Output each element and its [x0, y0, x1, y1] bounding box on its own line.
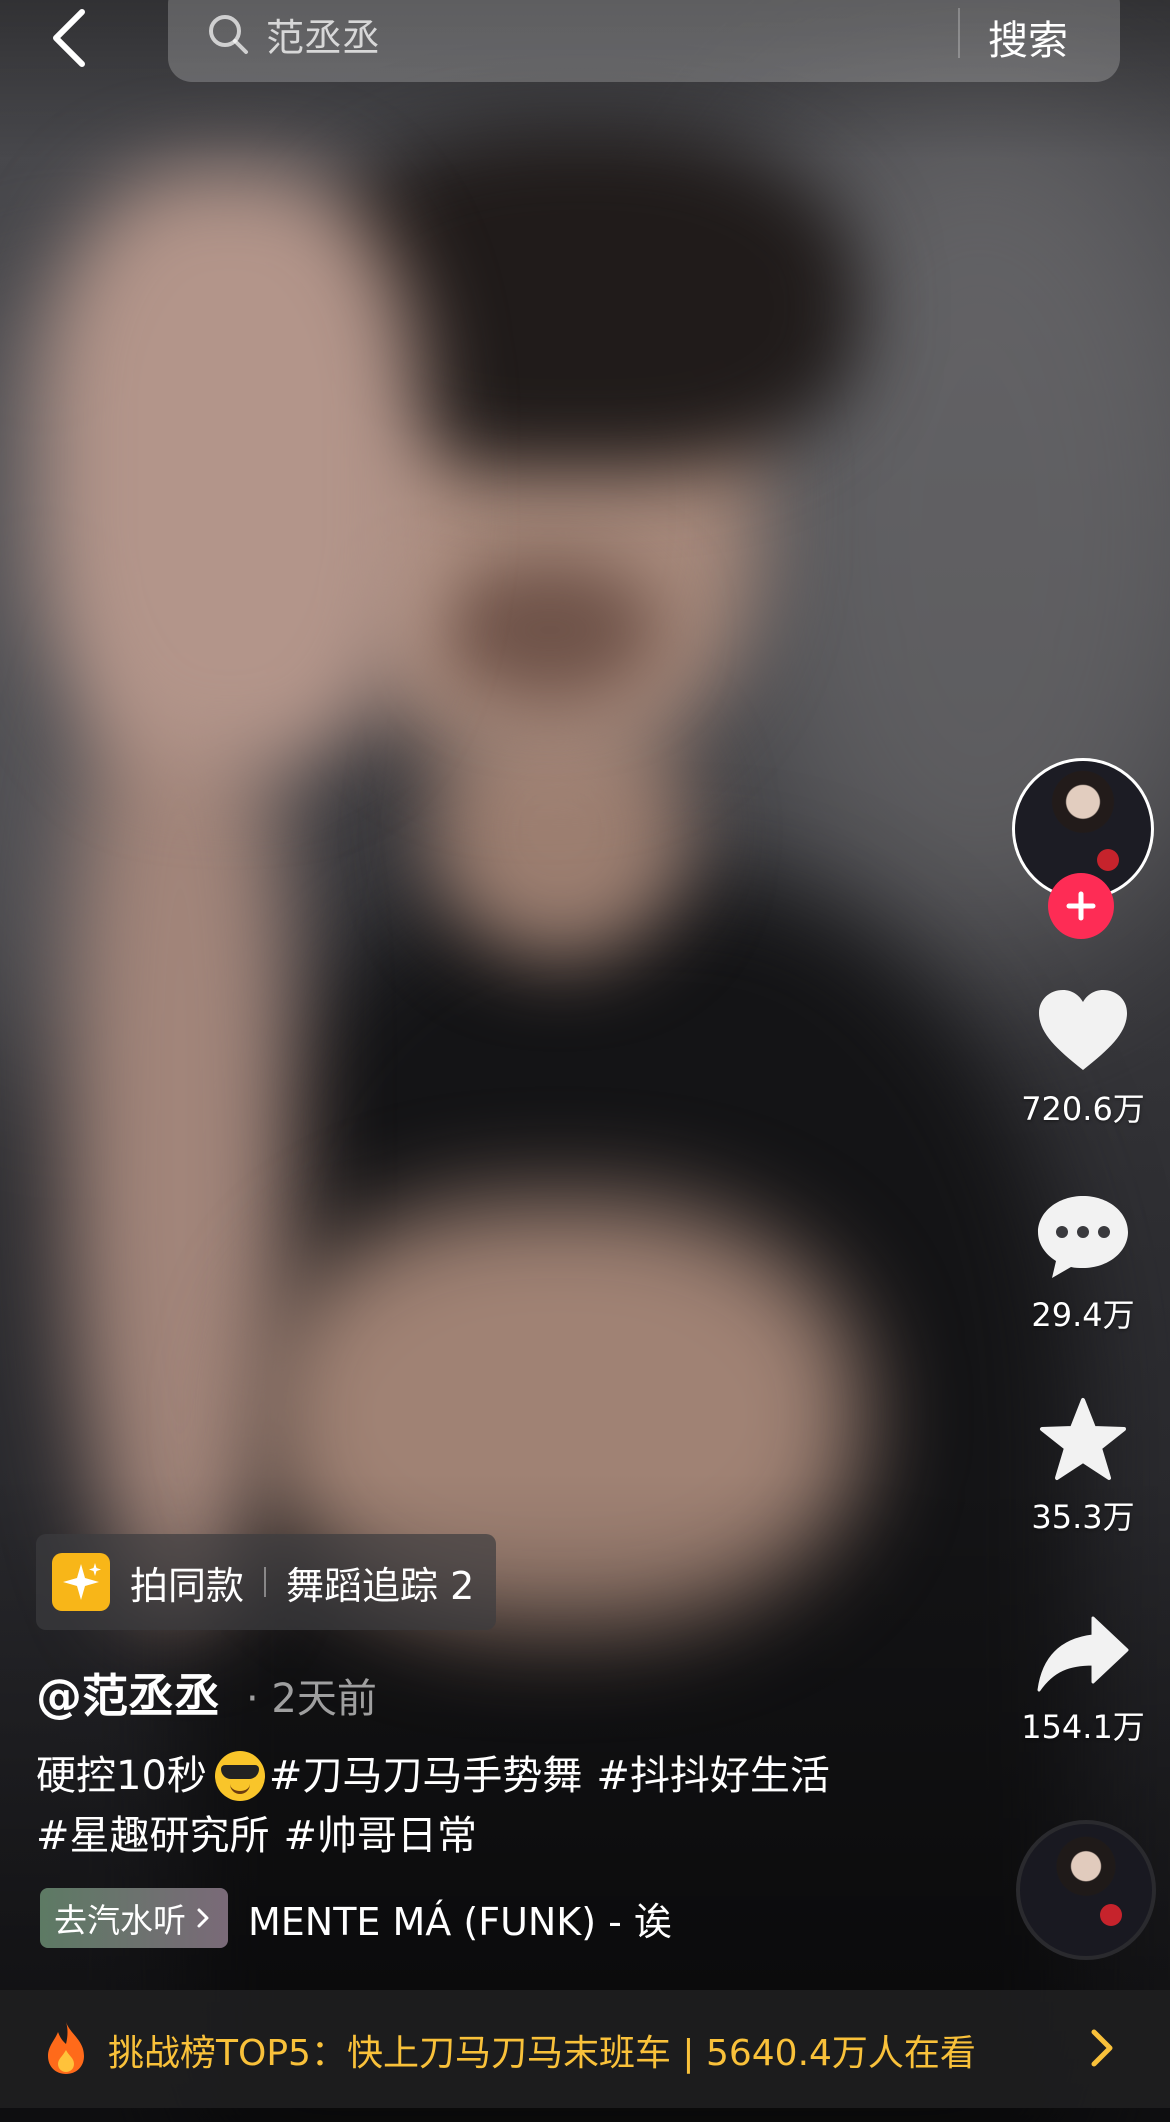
- challenge-text: 挑战榜TOP5：快上刀马刀马末班车 | 5640.4万人在看: [108, 2033, 976, 2074]
- share-count: 154.1万: [1021, 1708, 1145, 1746]
- video-subject-mouth: [440, 560, 660, 700]
- template-label: 拍同款: [130, 1563, 245, 1608]
- share-arrow-icon: [1037, 1616, 1129, 1692]
- share-button[interactable]: 154.1万: [1012, 1614, 1154, 1748]
- like-count: 720.6万: [1021, 1090, 1145, 1128]
- video-screen[interactable]: 搜索 720.6万 29.4万 35.3万: [0, 0, 1170, 2122]
- comment-count: 29.4万: [1031, 1296, 1135, 1334]
- plus-icon: [1066, 891, 1096, 921]
- avatar-rose: [1100, 1904, 1122, 1926]
- video-subject-hand: [40, 170, 420, 770]
- music-source-label: 去汽水听: [54, 1901, 186, 1940]
- sparkle-icon: [52, 1553, 110, 1611]
- challenge-banner[interactable]: 挑战榜TOP5：快上刀马刀马末班车 | 5640.4万人在看: [0, 1990, 1170, 2108]
- music-source-button[interactable]: 去汽水听: [40, 1888, 228, 1948]
- template-name: 舞蹈追踪 2: [286, 1563, 475, 1608]
- search-bar[interactable]: 搜索: [168, 0, 1120, 82]
- like-button[interactable]: 720.6万: [1012, 986, 1154, 1130]
- sunglasses-emoji-icon: [214, 1751, 265, 1801]
- post-time: · 2天前: [246, 1676, 377, 1722]
- chevron-right-icon: [1091, 2029, 1113, 2067]
- avatar-rose: [1097, 849, 1119, 871]
- flame-icon: [48, 2022, 84, 2074]
- star-icon: [1040, 1398, 1126, 1480]
- music-line: 去汽水听 MENTE MÁ (FUNK) - 诶: [40, 1888, 718, 1948]
- music-disc[interactable]: [1016, 1820, 1156, 1960]
- hashtag[interactable]: #抖抖好生活: [596, 1746, 830, 1806]
- favorite-button[interactable]: 35.3万: [1012, 1396, 1154, 1538]
- comment-button[interactable]: 29.4万: [1012, 1190, 1154, 1336]
- comment-icon: [1038, 1196, 1128, 1278]
- hashtag[interactable]: #刀马刀马手势舞: [269, 1746, 583, 1806]
- video-subject-arm: [70, 620, 290, 1620]
- search-input[interactable]: [264, 10, 988, 58]
- caption-line-1: 硬控10秒 #刀马刀马手势舞 #抖抖好生活: [36, 1746, 916, 1806]
- author-name[interactable]: @范丞丞: [36, 1660, 220, 1726]
- template-divider: [264, 1567, 267, 1597]
- music-title[interactable]: MENTE MÁ (FUNK) - 诶: [248, 1891, 718, 1946]
- hashtag[interactable]: #星趣研究所: [36, 1806, 270, 1866]
- search-icon: [209, 15, 248, 54]
- caption-line-2: #星趣研究所 #帅哥日常: [36, 1806, 916, 1866]
- template-chip[interactable]: 拍同款 舞蹈追踪 2: [36, 1534, 497, 1630]
- chevron-right-icon: [197, 1908, 209, 1928]
- follow-button[interactable]: [1048, 873, 1114, 939]
- back-button[interactable]: [44, 6, 104, 70]
- author-line: @范丞丞 · 2天前: [36, 1660, 377, 1726]
- chevron-left-icon: [53, 9, 85, 67]
- caption-text: 硬控10秒: [36, 1753, 207, 1799]
- hashtag[interactable]: #帅哥日常: [284, 1806, 478, 1866]
- search-divider: [958, 8, 960, 58]
- favorite-count: 35.3万: [1031, 1498, 1135, 1536]
- search-button[interactable]: 搜索: [988, 8, 1068, 66]
- caption: 硬控10秒 #刀马刀马手势舞 #抖抖好生活 #星趣研究所 #帅哥日常: [36, 1746, 916, 1866]
- heart-icon: [1039, 990, 1127, 1070]
